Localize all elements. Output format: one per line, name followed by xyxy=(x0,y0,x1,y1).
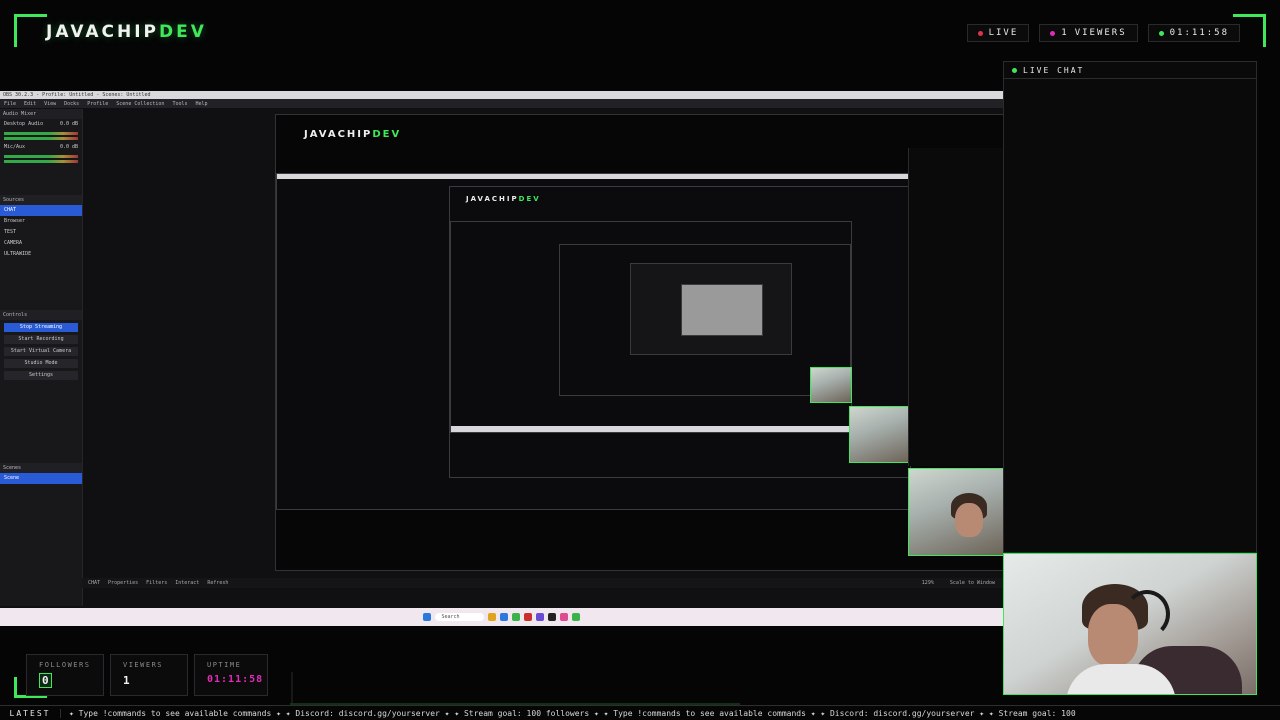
channel-brand: JAVACHIPDEV xyxy=(46,22,207,42)
audio-meter xyxy=(4,160,78,163)
nested-taskbar xyxy=(276,115,1003,125)
scene-item[interactable]: Scene xyxy=(0,473,82,484)
uptime-dot-icon xyxy=(1158,30,1164,36)
brand-name: JAVACHIP xyxy=(46,22,159,42)
menu-file[interactable]: File xyxy=(4,101,16,107)
followers-label: FOLLOWERS xyxy=(39,661,91,669)
nested-chat xyxy=(908,148,1003,466)
stop-streaming-button[interactable]: Stop Streaming xyxy=(4,323,78,332)
acrobat-icon[interactable] xyxy=(523,613,532,621)
source-item[interactable]: CHAT xyxy=(0,205,82,216)
preview-brand: JAVACHIPDEV xyxy=(304,129,402,140)
windows-taskbar: Search xyxy=(0,608,1003,626)
menu-help[interactable]: Help xyxy=(196,101,208,107)
nested-capture-5 xyxy=(630,263,792,355)
latest-ticker: LATEST ✦ Type !commands to see available… xyxy=(0,705,1280,720)
nested-webcam-large xyxy=(908,468,1003,556)
controls-header: Controls xyxy=(0,310,82,320)
live-badge: LIVE xyxy=(966,24,1030,42)
menu-docks[interactable]: Docks xyxy=(64,101,79,107)
live-chat-panel: LIVE CHAT xyxy=(1003,61,1257,553)
app-icon[interactable] xyxy=(535,613,544,621)
audio-mixer-header: Audio Mixer xyxy=(0,109,82,119)
start-recording-button[interactable]: Start Recording xyxy=(4,335,78,344)
audio-track-desktop: Desktop Audio 0.0 dB xyxy=(4,121,78,127)
live-label: LIVE xyxy=(988,28,1019,38)
audio-visualizer xyxy=(290,672,740,705)
nested-webcam xyxy=(810,367,852,403)
uptime-stat-label: UPTIME xyxy=(207,661,242,669)
properties-button[interactable]: Properties xyxy=(108,580,138,586)
interact-button[interactable]: Interact xyxy=(175,580,199,586)
folder-icon[interactable] xyxy=(487,613,496,621)
menu-scene-collection[interactable]: Scene Collection xyxy=(116,101,164,107)
source-item[interactable]: ULTRAWIDE xyxy=(0,249,82,260)
audio-track-mic: Mic/Aux 0.0 dB xyxy=(4,144,78,150)
live-dot-icon xyxy=(977,30,983,36)
menu-edit[interactable]: Edit xyxy=(24,101,36,107)
obs-preview: JAVACHIPDEV JAVACHIPDEV xyxy=(275,114,1003,571)
chat-dot-icon xyxy=(1012,67,1017,73)
scale-mode[interactable]: Scale to Window xyxy=(950,580,995,586)
obs-docks: Audio Mixer Desktop Audio 0.0 dB Mic/Aux… xyxy=(0,109,83,606)
webcam-feed xyxy=(1003,553,1257,695)
obs-source-toolbar: CHAT Properties Filters Interact Refresh… xyxy=(82,578,1003,588)
app-icon[interactable] xyxy=(511,613,520,621)
obs-icon[interactable] xyxy=(547,613,556,621)
headphones-icon xyxy=(1124,590,1170,638)
menu-profile[interactable]: Profile xyxy=(87,101,108,107)
app-icon[interactable] xyxy=(571,613,580,621)
filters-button[interactable]: Filters xyxy=(146,580,167,586)
obs-menu-bar: File Edit View Docks Profile Scene Colle… xyxy=(0,99,1003,108)
audio-meter xyxy=(4,132,78,135)
source-item[interactable]: TEST xyxy=(0,227,82,238)
uptime-badge: 01:11:58 xyxy=(1147,24,1240,42)
viewers-stat-label: VIEWERS xyxy=(123,661,164,669)
obs-window-capture: OBS 30.2.3 - Profile: Untitled - Scenes:… xyxy=(0,91,1003,626)
edge-icon[interactable] xyxy=(499,613,508,621)
uptime-value: 01:11:58 xyxy=(1169,28,1229,38)
viewers-stat-value: 1 xyxy=(123,674,130,687)
taskbar-search[interactable]: Search xyxy=(435,613,484,621)
viewers-stat: VIEWERS 1 xyxy=(110,654,188,696)
start-virtual-camera-button[interactable]: Start Virtual Camera xyxy=(4,347,78,356)
brand-suffix: DEV xyxy=(158,22,207,42)
nested-capture-1: JAVACHIPDEV xyxy=(276,173,911,510)
app-icon[interactable] xyxy=(559,613,568,621)
audio-meter xyxy=(4,155,78,158)
menu-view[interactable]: View xyxy=(44,101,56,107)
audio-meter xyxy=(4,137,78,140)
zoom-level: 129% xyxy=(921,580,934,586)
corner-bracket-top-left xyxy=(14,14,47,47)
viewers-count: 1 xyxy=(1061,28,1069,38)
studio-mode-button[interactable]: Studio Mode xyxy=(4,359,78,368)
followers-stat: FOLLOWERS 0 xyxy=(26,654,104,696)
source-item[interactable]: CAMERA xyxy=(0,238,82,249)
obs-title-bar: OBS 30.2.3 - Profile: Untitled - Scenes:… xyxy=(0,91,1003,99)
viewers-dot-icon xyxy=(1050,30,1056,36)
live-chat-title: LIVE CHAT xyxy=(1023,65,1085,75)
nested-capture-4 xyxy=(559,244,851,396)
start-icon[interactable] xyxy=(423,613,432,621)
viewers-label: VIEWERS xyxy=(1074,28,1127,38)
nested-capture-3 xyxy=(450,221,852,433)
nested-capture-2: JAVACHIPDEV xyxy=(449,186,911,478)
menu-tools[interactable]: Tools xyxy=(172,101,187,107)
live-chat-header: LIVE CHAT xyxy=(1004,62,1256,79)
settings-button[interactable]: Settings xyxy=(4,371,78,380)
ticker-text: ✦ Type !commands to see available comman… xyxy=(69,708,1076,718)
uptime-stat: UPTIME 01:11:58 xyxy=(194,654,268,696)
nested-webcam xyxy=(849,406,911,463)
sources-header: Sources xyxy=(0,195,82,205)
viewers-badge: 1 VIEWERS xyxy=(1039,24,1138,42)
refresh-button[interactable]: Refresh xyxy=(207,580,228,586)
scenes-header: Scenes xyxy=(0,463,82,473)
stream-status-bar: LIVE 1 VIEWERS 01:11:58 xyxy=(966,24,1240,42)
latest-label: LATEST xyxy=(0,708,61,718)
followers-value: 0 xyxy=(39,673,52,688)
uptime-stat-value: 01:11:58 xyxy=(207,674,264,685)
toolbar-source-name: CHAT xyxy=(88,580,101,586)
source-item[interactable]: Browser xyxy=(0,216,82,227)
